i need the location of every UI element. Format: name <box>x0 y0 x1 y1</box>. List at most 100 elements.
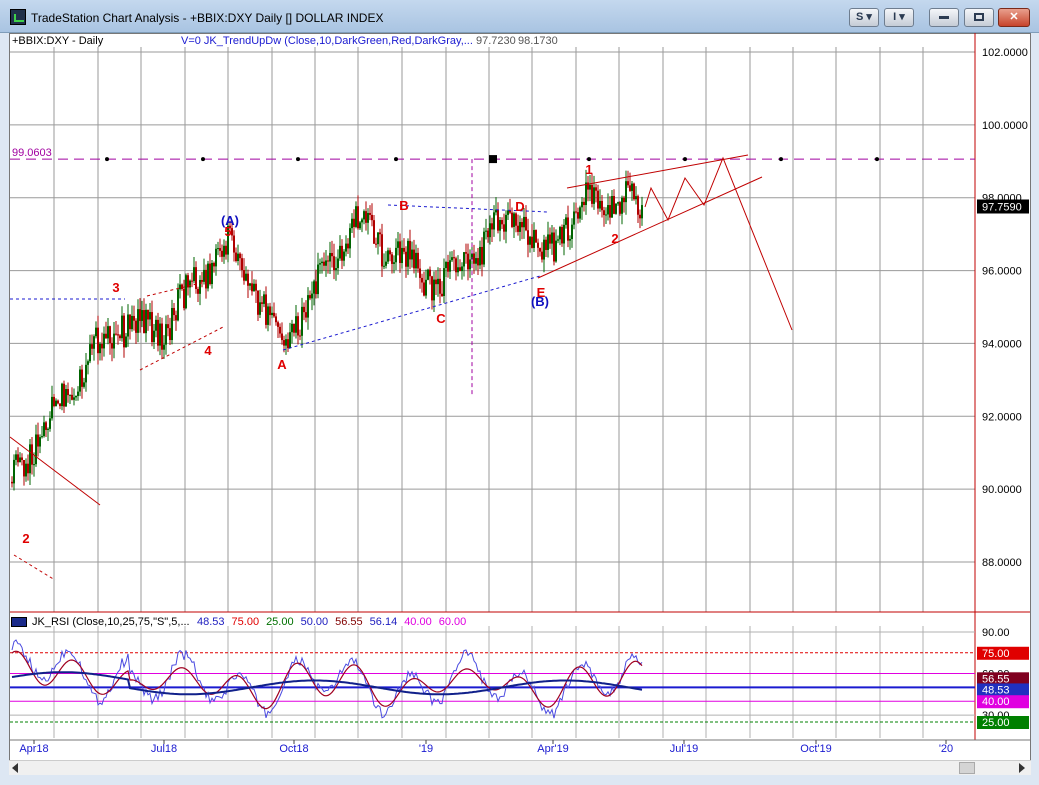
candle-body <box>615 203 617 214</box>
candle-body <box>321 261 323 264</box>
scroll-right-icon[interactable] <box>1019 763 1025 773</box>
rsi-value: 48.53 <box>197 616 225 628</box>
candle-body <box>33 464 35 466</box>
candle-body <box>247 273 249 286</box>
candle-body <box>593 187 595 204</box>
candle-body <box>337 258 339 269</box>
resistance-dot <box>587 157 591 162</box>
candle-body <box>503 224 505 232</box>
candle-body <box>283 340 285 346</box>
candle-body <box>55 400 57 407</box>
candle-body <box>575 211 577 213</box>
candle-body <box>521 222 523 228</box>
candle-body <box>597 190 599 209</box>
wave-label: 4 <box>204 343 212 358</box>
candle-body <box>511 212 513 227</box>
candle-body <box>405 251 407 267</box>
rsi-indicator-icon <box>11 617 27 627</box>
candle-body <box>573 211 575 225</box>
candle-body <box>527 230 529 245</box>
candle-body <box>591 184 593 204</box>
hline-label: 99.0603 <box>12 147 52 159</box>
price-chart[interactable]: 234(A)5ABCDE(B)12 102.0000100.000098.000… <box>0 0 1039 785</box>
candle-body <box>389 250 391 255</box>
candle-body <box>611 196 613 218</box>
candle-body <box>109 326 111 344</box>
candle-body <box>319 263 321 265</box>
wave-label: B <box>399 198 408 213</box>
candle-body <box>499 220 501 231</box>
candle-body <box>267 306 269 325</box>
candle-body <box>107 326 109 339</box>
candle-body <box>159 323 161 346</box>
candle-body <box>637 196 639 215</box>
candle-body <box>153 330 155 343</box>
rsi-value: 60.00 <box>438 616 467 628</box>
candle-body <box>619 202 621 214</box>
candle-body <box>537 242 539 248</box>
candle-body <box>539 247 541 252</box>
candle-body <box>465 252 467 254</box>
candle-body <box>189 280 191 288</box>
candle-body <box>67 389 69 396</box>
candle-body <box>173 307 175 316</box>
candle-body <box>147 309 149 320</box>
candle-body <box>543 239 545 260</box>
candle-body <box>411 249 413 260</box>
candle-body <box>517 225 519 232</box>
candle-body <box>13 459 15 484</box>
candle-body <box>379 232 381 235</box>
candle-body <box>595 187 597 191</box>
candle-body <box>489 223 491 238</box>
candle-body <box>141 310 143 321</box>
candle-body <box>585 182 587 206</box>
horizontal-scrollbar[interactable] <box>9 760 1031 775</box>
candle-body <box>613 196 615 214</box>
resistance-dot <box>683 157 687 162</box>
candle-body <box>53 396 55 407</box>
rsi-average-line <box>11 671 643 696</box>
candle-body <box>217 248 219 250</box>
scroll-left-icon[interactable] <box>12 763 18 773</box>
candle-body <box>395 247 397 263</box>
candle-body <box>627 181 629 186</box>
candle-body <box>121 315 123 339</box>
candle-body <box>475 258 477 264</box>
candle-body <box>175 315 177 321</box>
candle-body <box>89 344 91 362</box>
candle-body <box>369 212 371 215</box>
candle-body <box>47 428 49 430</box>
candle-body <box>535 230 537 243</box>
candle-body <box>353 218 355 227</box>
price-axis: 102.0000100.000098.000096.000094.000092.… <box>19 47 1029 755</box>
candle-body <box>79 369 81 392</box>
candle-body <box>125 336 127 348</box>
candle-body <box>35 434 37 465</box>
candle-body <box>201 279 203 282</box>
wave-label: C <box>436 311 446 326</box>
candle-body <box>481 246 483 265</box>
candle-body <box>343 251 345 261</box>
candle-body <box>245 273 247 281</box>
candle-body <box>355 206 357 227</box>
time-tick-label: Apr'19 <box>537 743 568 755</box>
candle-body <box>235 252 237 262</box>
candle-body <box>551 232 553 244</box>
rsi-value: 56.55 <box>335 616 363 628</box>
candle-body <box>17 454 19 463</box>
price-tick-label: 100.0000 <box>982 120 1028 132</box>
candle-body <box>57 400 59 404</box>
candle-body <box>599 200 601 209</box>
candle-body <box>381 234 383 267</box>
candle-body <box>583 201 585 206</box>
candle-body <box>365 211 367 223</box>
candle-body <box>41 436 43 438</box>
candle-body <box>415 252 417 269</box>
candle-body <box>589 184 591 190</box>
candle-body <box>219 248 221 251</box>
candle-body <box>139 309 141 321</box>
scroll-thumb[interactable] <box>959 762 975 774</box>
price-tick-label: 90.0000 <box>982 484 1022 496</box>
candle-body <box>127 314 129 337</box>
resistance-dot <box>296 157 300 162</box>
